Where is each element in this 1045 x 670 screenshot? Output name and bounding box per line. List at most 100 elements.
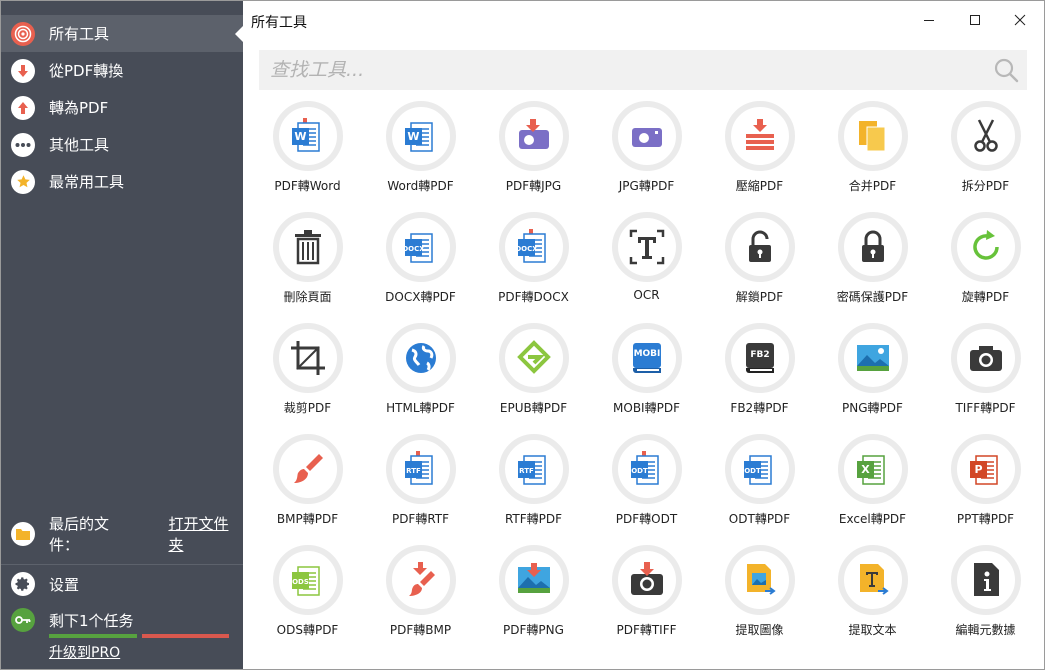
svg-text:RTF: RTF — [406, 467, 421, 475]
tool-tiff-to-pdf[interactable]: TIFF轉PDF — [929, 321, 1042, 432]
tool-jpg-to-pdf[interactable]: JPG轉PDF — [590, 99, 703, 210]
tool-docx-to-pdf[interactable]: DOCX DOCX轉PDF — [364, 210, 477, 321]
page-title: 所有工具 — [251, 15, 307, 31]
search-icon[interactable] — [993, 57, 1019, 87]
sidebar-item-from-pdf[interactable]: 從PDF轉換 — [1, 52, 243, 89]
open-folder-link[interactable]: 打开文件夹 — [168, 513, 243, 555]
tool-pdf-to-png[interactable]: PDF轉PNG — [477, 543, 590, 654]
tool-pdf-to-word[interactable]: W PDF轉Word — [251, 99, 364, 210]
edit-metadata-icon — [950, 545, 1021, 615]
tool-label: ODS轉PDF — [276, 623, 339, 637]
tool-protect-pdf[interactable]: 密碼保護PDF — [816, 210, 929, 321]
jpg-to-pdf-icon — [611, 101, 682, 171]
tool-label: HTML轉PDF — [386, 401, 455, 415]
search-input[interactable] — [259, 50, 979, 90]
sidebar-divider — [1, 564, 243, 565]
tasks-remaining-bar — [142, 634, 229, 638]
close-button[interactable] — [1000, 5, 1040, 35]
tool-rotate-pdf[interactable]: 旋轉PDF — [929, 210, 1042, 321]
tool-label: PPT轉PDF — [956, 512, 1015, 526]
tool-label: BMP轉PDF — [276, 512, 339, 526]
recent-files: 最后的文件： 打开文件夹 — [1, 513, 243, 555]
tool-delete-pages[interactable]: 刪除頁面 — [251, 210, 364, 321]
fb2-to-pdf-icon: FB2 — [724, 323, 795, 393]
tool-label: Excel轉PDF — [838, 512, 907, 526]
tool-pdf-to-jpg[interactable]: PDF轉JPG — [477, 99, 590, 210]
tool-label: TIFF轉PDF — [955, 401, 1016, 415]
tool-ppt-to-pdf[interactable]: P PPT轉PDF — [929, 432, 1042, 543]
tool-ocr[interactable]: OCR — [590, 210, 703, 321]
tool-split-pdf[interactable]: 拆分PDF — [929, 99, 1042, 210]
ppt-to-pdf-icon: P — [950, 434, 1021, 504]
svg-text:DOCX: DOCX — [515, 245, 538, 253]
odt-to-pdf-icon: ODT — [724, 434, 795, 504]
tool-pdf-to-bmp[interactable]: PDF轉BMP — [364, 543, 477, 654]
maximize-button[interactable] — [955, 5, 995, 35]
tool-label: PNG轉PDF — [842, 401, 903, 415]
tool-word-to-pdf[interactable]: W Word轉PDF — [364, 99, 477, 210]
minimize-button[interactable] — [909, 5, 949, 35]
svg-text:ODS: ODS — [292, 578, 309, 586]
split-pdf-icon — [950, 101, 1021, 171]
sidebar-item-to-pdf[interactable]: 轉為PDF — [1, 89, 243, 126]
arrow-down-icon — [11, 58, 35, 83]
extract-images-icon — [724, 545, 795, 615]
close-icon — [1014, 14, 1026, 26]
tool-label: PDF轉DOCX — [498, 290, 569, 304]
tool-bmp-to-pdf[interactable]: BMP轉PDF — [251, 432, 364, 543]
tool-label: 解鎖PDF — [735, 290, 784, 304]
tool-pdf-to-tiff[interactable]: PDF轉TIFF — [590, 543, 703, 654]
settings-button[interactable]: 设置 — [1, 566, 243, 602]
tool-label: PDF轉TIFF — [616, 623, 677, 637]
tool-label: 壓縮PDF — [735, 179, 784, 193]
tool-label: 密碼保護PDF — [836, 290, 909, 304]
tasks-remaining: 剩下1个任务 — [1, 604, 243, 636]
tool-pdf-to-docx[interactable]: DOCX PDF轉DOCX — [477, 210, 590, 321]
active-indicator — [235, 26, 243, 42]
minimize-icon — [924, 20, 934, 21]
html-to-pdf-icon — [385, 323, 456, 393]
rotate-pdf-icon — [950, 212, 1021, 282]
epub-to-pdf-icon — [498, 323, 569, 393]
sidebar-item-other-tools[interactable]: 其他工具 — [1, 126, 243, 163]
sidebar-item-label: 最常用工具 — [49, 173, 125, 191]
tool-ods-to-pdf[interactable]: ODS ODS轉PDF — [251, 543, 364, 654]
svg-text:X: X — [861, 463, 870, 476]
tool-unlock-pdf[interactable]: 解鎖PDF — [703, 210, 816, 321]
tool-crop-pdf[interactable]: 裁剪PDF — [251, 321, 364, 432]
tool-label: OCR — [633, 288, 660, 302]
tool-extract-images[interactable]: 提取圖像 — [703, 543, 816, 654]
tool-epub-to-pdf[interactable]: EPUB轉PDF — [477, 321, 590, 432]
tool-merge-pdf[interactable]: 合并PDF — [816, 99, 929, 210]
pdf-to-tiff-icon — [611, 545, 682, 615]
svg-text:P: P — [974, 463, 982, 476]
sidebar-item-favorites[interactable]: 最常用工具 — [1, 163, 243, 200]
tool-excel-to-pdf[interactable]: X Excel轉PDF — [816, 432, 929, 543]
merge-pdf-icon — [837, 101, 908, 171]
tool-png-to-pdf[interactable]: PNG轉PDF — [816, 321, 929, 432]
pdf-to-png-icon — [498, 545, 569, 615]
more-dots-icon — [11, 132, 35, 157]
tool-fb2-to-pdf[interactable]: FB2 FB2轉PDF — [703, 321, 816, 432]
arrow-up-icon — [11, 95, 35, 120]
pdf-to-word-icon: W — [272, 101, 343, 171]
tool-odt-to-pdf[interactable]: ODT ODT轉PDF — [703, 432, 816, 543]
tool-label: DOCX轉PDF — [385, 290, 456, 304]
tool-rtf-to-pdf[interactable]: RTF RTF轉PDF — [477, 432, 590, 543]
tool-label: RTF轉PDF — [504, 512, 563, 526]
compress-pdf-icon — [724, 101, 795, 171]
upgrade-link[interactable]: 升级到PRO — [49, 642, 120, 662]
tool-compress-pdf[interactable]: 壓縮PDF — [703, 99, 816, 210]
tools-grid: W PDF轉Word W Word轉PDF PDF轉JPG JPG轉PDF 壓縮PDF 合并… — [251, 99, 1044, 654]
tool-pdf-to-odt[interactable]: ODT PDF轉ODT — [590, 432, 703, 543]
tool-html-to-pdf[interactable]: HTML轉PDF — [364, 321, 477, 432]
tool-mobi-to-pdf[interactable]: MOBI MOBI轉PDF — [590, 321, 703, 432]
folder-icon — [11, 522, 35, 546]
tool-pdf-to-rtf[interactable]: RTF PDF轉RTF — [364, 432, 477, 543]
tool-label: PDF轉BMP — [389, 623, 452, 637]
tool-edit-metadata[interactable]: 編輯元數據 — [929, 543, 1042, 654]
tool-label: 刪除頁面 — [283, 290, 332, 304]
tool-extract-text[interactable]: 提取文本 — [816, 543, 929, 654]
sidebar-item-all-tools[interactable]: 所有工具 — [1, 15, 243, 52]
pdf-to-odt-icon: ODT — [611, 434, 682, 504]
